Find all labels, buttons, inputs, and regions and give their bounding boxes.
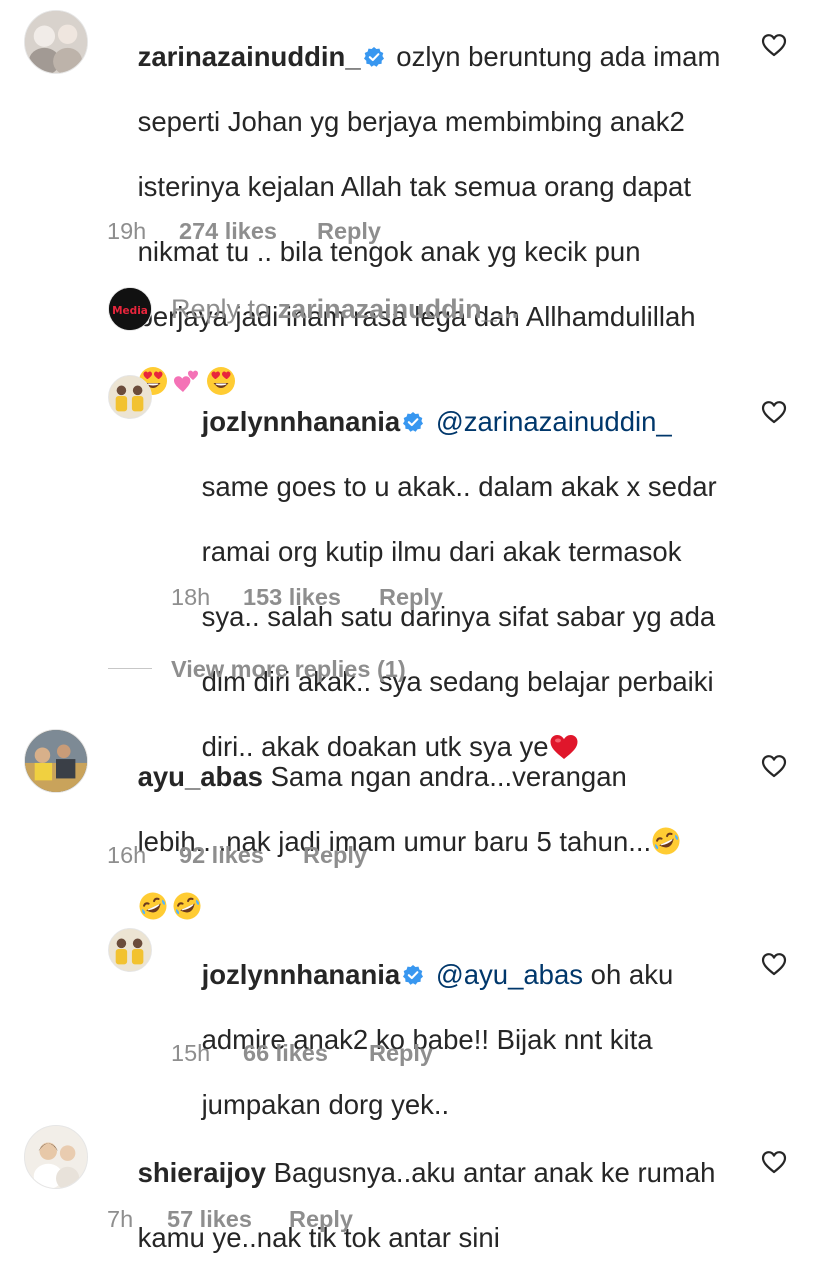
reply-button[interactable]: Reply [289, 1206, 353, 1233]
username[interactable]: zarinazainuddin_ [138, 41, 361, 72]
username[interactable]: jozlynnhanania [202, 959, 401, 990]
likes-count[interactable]: 66 likes [243, 1040, 369, 1067]
verified-badge-icon [402, 964, 424, 986]
reply-button[interactable]: Reply [303, 842, 367, 869]
avatar[interactable] [108, 375, 152, 419]
comment-line-1: oh aku [590, 958, 674, 990]
reply-button[interactable]: Reply [369, 1040, 433, 1067]
verified-badge-icon [363, 46, 385, 68]
comment-line-1: Sama ngan andra...verangan [270, 760, 627, 792]
comment-line-3: jumpakan dorg yek.. [201, 1088, 450, 1120]
comment-meta: 16h 92 likes Reply [107, 842, 367, 869]
rofl-emoji-icon [172, 891, 202, 921]
mention-link[interactable]: @ayu_abas [436, 959, 583, 990]
avatar-logo-text: Media [112, 305, 148, 317]
likes-count[interactable]: 153 likes [243, 584, 379, 611]
comment-line-1: ozlyn beruntung ada imam [396, 40, 721, 72]
avatar[interactable] [24, 10, 88, 74]
timestamp: 16h [107, 842, 147, 868]
comment-meta: 18h 153 likes Reply [171, 584, 443, 611]
likes-count[interactable]: 274 likes [179, 218, 317, 245]
comment-line-3: isterinya kejalan Allah tak semua orang … [137, 170, 691, 202]
likes-count[interactable]: 57 likes [167, 1206, 289, 1233]
likes-count[interactable]: 92 likes [179, 842, 303, 869]
view-more-replies-label[interactable]: View more replies (1) [171, 656, 406, 683]
comment-line-1: Bagusnya..aku antar anak ke rumah [273, 1156, 716, 1188]
username[interactable]: jozlynnhanania [202, 406, 401, 437]
rofl-emoji-icon [138, 891, 168, 921]
reply-to-prefix: Reply to [171, 294, 271, 324]
comment-line-1: same goes to u akak.. dalam akak x sedar [201, 470, 717, 502]
username[interactable]: shieraijoy [138, 1157, 266, 1188]
timestamp: 18h [171, 584, 211, 610]
verified-badge-icon [402, 411, 424, 433]
like-heart-icon[interactable] [761, 400, 787, 424]
comment-meta: 19h 274 likes Reply [107, 218, 381, 245]
timestamp: 15h [171, 1040, 211, 1066]
mention-link[interactable]: @zarinazainuddin_ [436, 406, 672, 437]
avatar[interactable] [108, 928, 152, 972]
avatar[interactable] [24, 1125, 88, 1189]
comment-meta: 7h 57 likes Reply [107, 1206, 353, 1233]
like-heart-icon[interactable] [761, 1150, 787, 1174]
reply-button[interactable]: Reply [379, 584, 443, 611]
avatar[interactable] [24, 729, 88, 793]
like-heart-icon[interactable] [761, 952, 787, 976]
timestamp: 19h [107, 218, 147, 244]
reply-button[interactable]: Reply [317, 218, 381, 245]
comment-meta: 15h 66 likes Reply [171, 1040, 433, 1067]
timestamp: 7h [107, 1206, 134, 1232]
reply-to-text[interactable]: Reply to zarinazainuddin_... [171, 294, 519, 325]
like-heart-icon[interactable] [761, 33, 787, 57]
username[interactable]: ayu_abas [138, 761, 263, 792]
avatar[interactable]: Media [108, 287, 152, 331]
divider-line [108, 668, 152, 669]
reply-to-username[interactable]: zarinazainuddin_... [278, 294, 520, 324]
like-heart-icon[interactable] [761, 754, 787, 778]
comment-line-2: seperti Johan yg berjaya membimbing anak… [137, 105, 685, 137]
rofl-emoji-icon [651, 826, 681, 856]
comment-line-2: ramai org kutip ilmu dari akak termasok [201, 535, 682, 567]
